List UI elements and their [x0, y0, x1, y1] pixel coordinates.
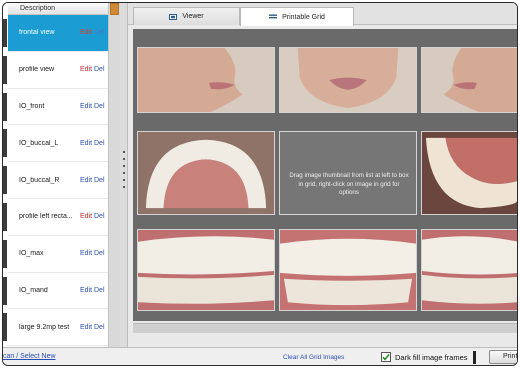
thumbnail-sliver [3, 202, 7, 231]
list-item[interactable]: frontal view Edit Del [3, 15, 108, 52]
image-list: frontal view Edit Del profile view Edit … [3, 15, 108, 347]
buccal-teeth-photo [422, 230, 517, 310]
tab-viewer-label: Viewer [182, 13, 204, 20]
tab-printable-grid[interactable]: Printable Grid [240, 7, 354, 26]
thumbnail-sliver [3, 313, 7, 342]
grid-cell-photo[interactable] [137, 47, 275, 113]
list-item[interactable]: profile left recta... Edit Del [3, 199, 108, 236]
list-item[interactable]: IO_mand Edit Del [3, 273, 108, 310]
list-item-label: profile left recta... [19, 213, 73, 221]
list-item[interactable]: IO_max Edit Del [3, 236, 108, 273]
list-item[interactable]: IO_buccal_L Edit Del [3, 125, 108, 163]
grid-hint-text: Drag image thumbnail from list at left t… [289, 172, 409, 196]
clear-all-grid-images-link[interactable]: Clear All Grid Images [283, 354, 344, 361]
delete-link[interactable]: Del [94, 66, 108, 73]
scrollbar-thumb[interactable] [110, 3, 119, 15]
panel-splitter[interactable] [120, 3, 128, 347]
edit-link[interactable]: Edit [80, 324, 94, 331]
thumbnail-sliver [3, 55, 7, 84]
thumbnail-sliver [3, 129, 7, 158]
grid-cell-photo[interactable] [421, 131, 517, 215]
grid-cell-photo[interactable] [279, 47, 417, 113]
frontal-face-photo [280, 48, 416, 112]
maxillary-arch-photo [138, 132, 274, 214]
edit-link[interactable]: Edit [80, 103, 94, 110]
grid-cell-photo[interactable] [421, 47, 517, 113]
list-item-label: IO_front [19, 102, 45, 110]
grid-scrollbar[interactable] [133, 323, 517, 333]
delete-link[interactable]: Del [94, 140, 108, 147]
list-item[interactable]: profile view Edit Del [3, 52, 108, 89]
list-item[interactable]: IO_buccal_R Edit Del [3, 162, 108, 199]
delete-link[interactable]: Del [94, 324, 108, 331]
delete-link[interactable]: Del [94, 177, 108, 184]
grid-cell-photo[interactable] [421, 229, 517, 311]
grid-cell-empty[interactable]: Drag image thumbnail from list at left t… [279, 131, 417, 215]
app-window: Description frontal view Edit Del profil… [2, 2, 518, 366]
bottom-bar: can / Select New Clear All Grid Images D… [3, 347, 517, 365]
thumbnail-sliver [3, 19, 7, 47]
main-area: Viewer Printable Grid Drag image thumbna… [128, 3, 517, 347]
delete-link[interactable]: Del [94, 287, 108, 294]
edit-link[interactable]: Edit [80, 29, 94, 36]
description-column-header[interactable]: Description [8, 3, 108, 15]
edit-link[interactable]: Edit [80, 177, 94, 184]
delete-link[interactable]: Del [94, 103, 108, 110]
scan-select-new-link[interactable]: can / Select New [3, 353, 56, 360]
frontal-teeth-photo [280, 230, 416, 310]
dark-fill-label: Dark fill image frames [395, 353, 468, 362]
mandibular-arch-photo [422, 132, 517, 214]
edit-link[interactable]: Edit [80, 66, 94, 73]
print-button[interactable]: Print I [489, 350, 517, 364]
edit-link[interactable]: Edit [80, 140, 94, 147]
printable-grid: Drag image thumbnail from list at left t… [133, 29, 517, 321]
thumbnail-sliver [3, 92, 7, 121]
list-item-label: IO_buccal_L [19, 139, 59, 147]
list-scrollbar[interactable] [108, 3, 120, 347]
thumbnail-sliver [3, 276, 7, 305]
edit-link[interactable]: Edit [80, 213, 94, 220]
thumbnail-sliver [3, 166, 7, 195]
edit-link[interactable]: Edit [80, 287, 94, 294]
profile-face-photo [422, 48, 517, 112]
dark-fill-checkbox[interactable] [381, 352, 391, 362]
profile-face-photo [138, 48, 274, 112]
list-item-label: IO_max [19, 250, 44, 258]
list-item-label: large 9.2mp test [19, 323, 70, 331]
tab-bar: Viewer Printable Grid [128, 3, 517, 26]
delete-link[interactable]: Del [94, 29, 108, 36]
buccal-teeth-photo [138, 230, 274, 310]
delete-link[interactable]: Del [94, 250, 108, 257]
list-item-label: IO_buccal_R [19, 176, 60, 184]
separator [473, 351, 476, 364]
grid-cell-photo[interactable] [137, 229, 275, 311]
checkmark-icon [382, 353, 390, 361]
list-item-label: IO_mand [19, 286, 48, 294]
image-list-panel: Description frontal view Edit Del profil… [3, 3, 120, 347]
grid-cell-photo[interactable] [137, 131, 275, 215]
list-item[interactable]: IO_front Edit Del [3, 89, 108, 126]
delete-link[interactable]: Del [94, 213, 108, 220]
list-item-label: profile view [19, 66, 55, 74]
edit-link[interactable]: Edit [80, 250, 94, 257]
splitter-grip-icon[interactable] [123, 151, 125, 195]
tab-printable-grid-label: Printable Grid [282, 13, 325, 21]
grid-icon [269, 14, 278, 19]
thumbnail-sliver [3, 239, 7, 268]
list-item[interactable]: large 9.2mp test Edit Del [3, 309, 108, 347]
grid-cell-photo[interactable] [279, 229, 417, 311]
list-item-label: frontal view [19, 29, 55, 37]
tab-viewer[interactable]: Viewer [133, 7, 240, 25]
image-icon [169, 13, 178, 20]
